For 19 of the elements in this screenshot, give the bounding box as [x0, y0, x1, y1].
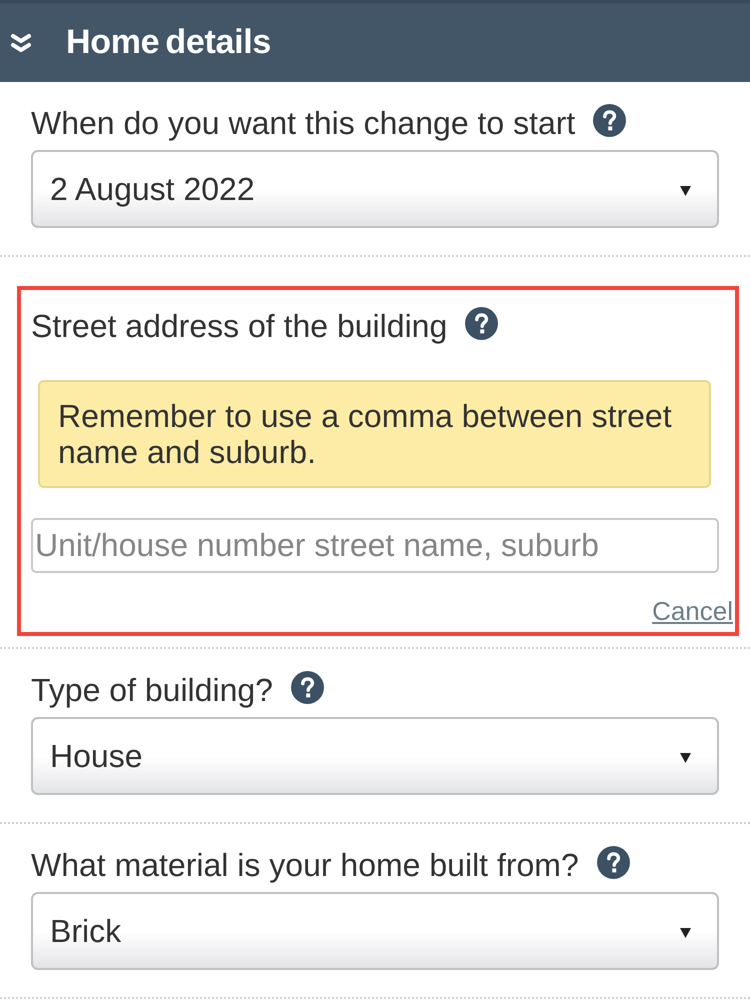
dropdown-select[interactable]: House: [31, 717, 719, 795]
section-title: Home details: [66, 23, 272, 62]
address-input[interactable]: Unit/house number street name, suburb: [31, 518, 719, 573]
dropdown-select[interactable]: 2 August 2022: [31, 150, 719, 228]
help-icon[interactable]: [290, 670, 324, 704]
caret-icon: [680, 186, 691, 196]
field-label: What material is your home built from?: [31, 847, 579, 883]
caret-icon: [680, 928, 691, 938]
help-icon[interactable]: [593, 104, 626, 136]
field-label: When do you want this change to start: [31, 105, 576, 141]
help-icon[interactable]: [465, 306, 498, 340]
help-icon[interactable]: [596, 846, 630, 878]
hint-note: Remember to use a comma between street name and suburb.: [38, 380, 711, 488]
field-label: Type of building?: [31, 672, 273, 708]
double-chevron-down-icon[interactable]: [10, 32, 32, 52]
caret-icon: [680, 753, 691, 763]
dropdown-select[interactable]: Brick: [31, 892, 719, 970]
cancel-link[interactable]: Cancel: [652, 594, 733, 628]
field-label: Street address of the building: [31, 308, 448, 344]
